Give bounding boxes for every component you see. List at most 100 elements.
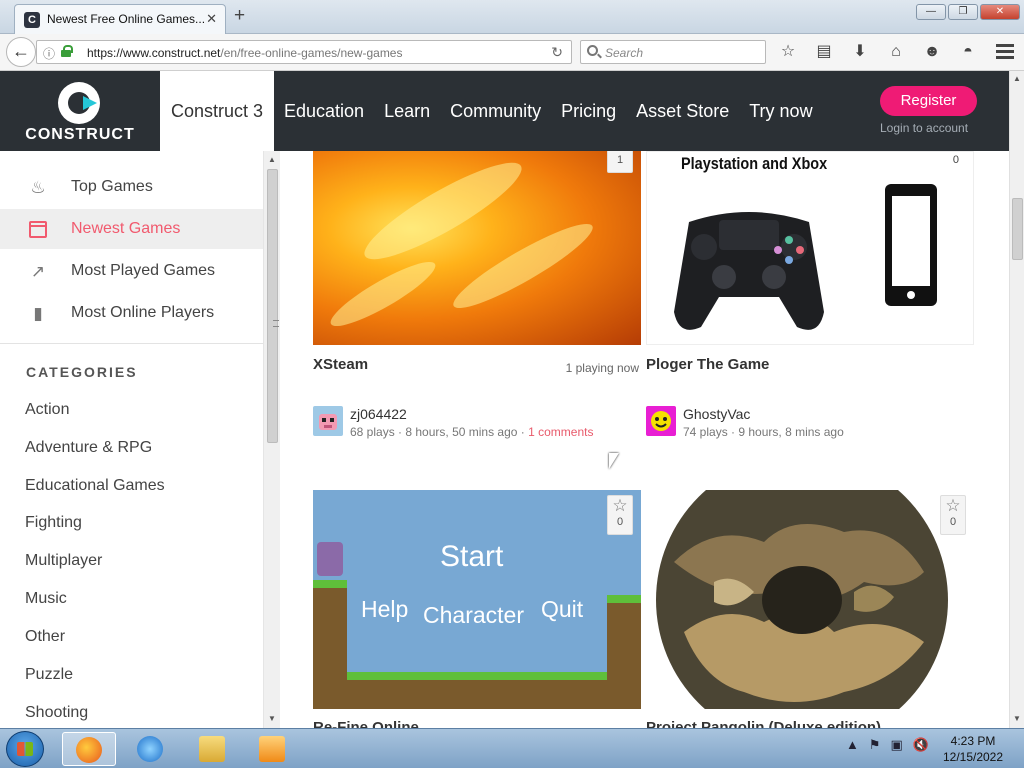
sidebar-item-label: Top Games [71,178,153,195]
bookmark-star-icon[interactable]: ☆ [774,40,802,64]
game-thumbnail[interactable]: Playstation and Xbox 0 [646,151,974,345]
close-tab-icon[interactable]: ✕ [206,11,217,27]
grip-icon [273,320,279,327]
show-hidden-icons-icon[interactable]: ▲ [846,737,859,753]
game-card-ploger[interactable]: Playstation and Xbox 0 Ploger The Game G… [646,151,974,451]
close-window-button[interactable]: ✕ [980,4,1020,20]
rock-circle-image [656,490,948,709]
sidebar-item-label: Most Online Players [71,304,215,321]
avatar[interactable] [646,406,676,436]
category-puzzle[interactable]: Puzzle [25,666,73,684]
reading-list-icon[interactable]: ▤ [810,40,838,64]
clock[interactable]: 4:23 PM 12/15/2022 [938,733,1008,765]
category-multiplayer[interactable]: Multiplayer [25,552,102,570]
maximize-button[interactable]: ❐ [948,4,978,20]
nav-construct-3[interactable]: Construct 3 [160,71,274,151]
category-shooting[interactable]: Shooting [25,704,88,722]
sidebar-item-most-played[interactable]: ↗ Most Played Games [0,251,263,291]
hamburger-menu-icon[interactable] [996,44,1014,60]
sidebar-item-label: Most Played Games [71,262,216,279]
start-label: Start [440,540,504,573]
calendar-icon [29,221,47,238]
game-title[interactable]: Re-Fine Online [313,719,419,728]
nav-education[interactable]: Education [284,71,364,151]
favorite-badge[interactable]: ☆ 0 [607,495,633,535]
category-educational[interactable]: Educational Games [25,477,165,495]
minimize-button[interactable]: — [916,4,946,20]
construct-logo[interactable]: CONSTRUCT [0,71,160,151]
game-thumbnail[interactable] [313,151,641,345]
browser-tab[interactable]: C Newest Free Online Games... ✕ [14,4,226,34]
publish-time: 9 hours, 8 mins ago [738,425,844,439]
back-button[interactable]: ← [6,37,36,67]
start-button[interactable] [6,731,44,767]
sidebar-scroll-thumb[interactable] [267,169,279,443]
favorite-badge[interactable]: 1 [607,151,633,173]
favorite-badge[interactable]: ☆ 0 [940,495,966,535]
taskbar-internet-explorer[interactable] [124,732,178,766]
scroll-down-icon[interactable]: ▼ [268,714,276,723]
pocket-icon[interactable]: ◓ [954,40,982,64]
nav-learn[interactable]: Learn [384,71,430,151]
category-adventure-rpg[interactable]: Adventure & RPG [25,439,152,457]
sidebar-item-most-online[interactable]: ▮ Most Online Players [0,293,263,333]
home-icon[interactable]: ⌂ [882,40,910,64]
avatar[interactable] [313,406,343,436]
emoji-icon[interactable]: ☻ [918,40,946,64]
sidebar-divider [0,343,263,344]
scroll-up-icon[interactable]: ▲ [268,155,276,164]
scroll-down-icon[interactable]: ▼ [1013,714,1021,723]
reload-icon[interactable]: ↻ [551,44,563,61]
sidebar-item-top-games[interactable]: ♨ Top Games [0,167,263,207]
search-input[interactable]: Search [580,40,766,64]
usb-icon: ▮ [33,304,43,323]
game-title[interactable]: Ploger The Game [646,356,769,373]
category-music[interactable]: Music [25,590,67,608]
game-card-xsteam[interactable]: 1 XSteam 1 playing now zj064422 68 plays… [313,151,641,451]
taskbar-firefox[interactable] [62,732,116,766]
game-card-refine[interactable]: Start Help Character Quit ☆ 0 Re-Fine On… [313,490,641,728]
fire-icon: ♨ [30,178,46,197]
register-button[interactable]: Register [880,86,977,116]
scroll-up-icon[interactable]: ▲ [1013,74,1021,83]
page-scroll-thumb[interactable] [1012,198,1023,260]
nav-pricing[interactable]: Pricing [561,71,616,151]
taskbar: ▲ ⚑ ▣ 🔇 4:23 PM 12/15/2022 [0,728,1024,768]
publish-time: 8 hours, 50 mins ago [405,425,518,439]
game-thumbnail[interactable]: Start Help Character Quit [313,490,641,709]
nav-community[interactable]: Community [450,71,541,151]
game-title[interactable]: XSteam [313,356,368,373]
author-row: GhostyVac 74 plays · 9 hours, 8 mins ago [646,406,976,440]
login-link[interactable]: Login to account [880,121,968,135]
author-name[interactable]: zj064422 [350,406,407,422]
nav-try-now[interactable]: Try now [749,71,812,151]
game-meta: 68 plays · 8 hours, 50 mins ago · 1 comm… [350,425,594,439]
game-meta: 74 plays · 9 hours, 8 mins ago [683,425,844,439]
category-other[interactable]: Other [25,628,65,646]
category-fighting[interactable]: Fighting [25,514,82,532]
sidebar-scrollbar[interactable]: ▲ ▼ [264,151,280,728]
info-icon[interactable]: ⓘ [43,45,55,62]
author-name[interactable]: GhostyVac [683,406,750,422]
game-title[interactable]: Project Pangolin (Deluxe edition) [646,719,881,728]
category-action[interactable]: Action [25,401,69,419]
game-thumbnail[interactable] [646,490,974,709]
download-icon[interactable]: ⬇ [846,40,874,64]
phone-icon [885,184,937,306]
volume-muted-icon[interactable]: 🔇 [913,737,929,753]
new-tab-icon[interactable]: + [234,5,245,27]
tab-title: Newest Free Online Games... [47,12,206,26]
nav-asset-store[interactable]: Asset Store [636,71,729,151]
play-count: 74 plays [683,425,728,439]
taskbar-media-player[interactable] [246,732,300,766]
network-icon[interactable]: ▣ [891,737,903,753]
url-bar[interactable]: ⓘ https://www.construct.net/en/free-onli… [36,40,572,64]
comments-link[interactable]: 1 comments [528,425,593,439]
flag-icon[interactable]: ⚑ [869,737,881,753]
page-scrollbar[interactable]: ▲ ▼ [1009,71,1024,728]
search-icon [587,45,598,56]
star-icon: ☆ [612,496,628,515]
taskbar-explorer[interactable] [186,732,240,766]
game-card-pangolin[interactable]: ☆ 0 Project Pangolin (Deluxe edition) [646,490,974,728]
sidebar-item-newest-games[interactable]: Newest Games [0,209,263,249]
